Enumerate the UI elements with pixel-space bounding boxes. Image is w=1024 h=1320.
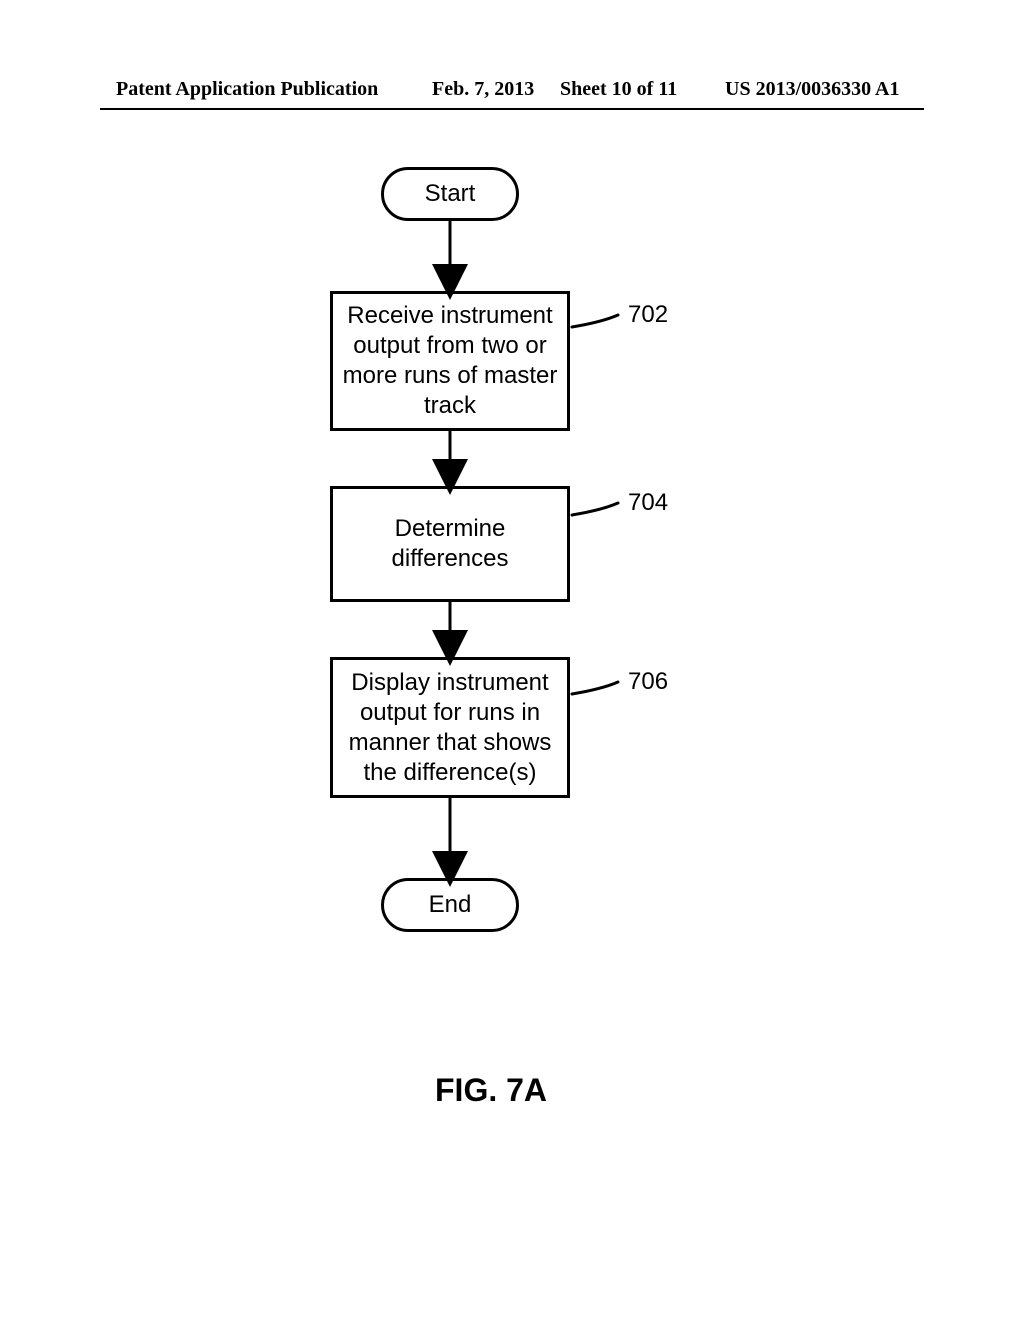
flowchart-step-702-text: Receive instrument output from two or mo… (341, 301, 559, 421)
flowchart-end: End (381, 878, 519, 932)
ref-706: 706 (628, 668, 668, 696)
flowchart-step-706: Display instrument output for runs in ma… (330, 657, 570, 798)
flowchart-start: Start (381, 167, 519, 221)
header-rule (100, 108, 924, 110)
header-date: Feb. 7, 2013 (432, 78, 534, 101)
flowchart-end-label: End (429, 891, 472, 919)
patent-page: Patent Application Publication Feb. 7, 2… (0, 0, 1024, 1320)
figure-label: FIG. 7A (435, 1072, 547, 1109)
header-publication: Patent Application Publication (116, 78, 378, 101)
flowchart-start-label: Start (425, 180, 476, 208)
ref-702: 702 (628, 301, 668, 329)
flowchart-step-704-text: Determine differences (341, 514, 559, 574)
flowchart-step-704: Determine differences (330, 486, 570, 602)
flowchart-step-702: Receive instrument output from two or mo… (330, 291, 570, 431)
header-docnum: US 2013/0036330 A1 (725, 78, 899, 101)
ref-704: 704 (628, 489, 668, 517)
flowchart-step-706-text: Display instrument output for runs in ma… (341, 668, 559, 788)
header-sheet: Sheet 10 of 11 (560, 78, 677, 101)
